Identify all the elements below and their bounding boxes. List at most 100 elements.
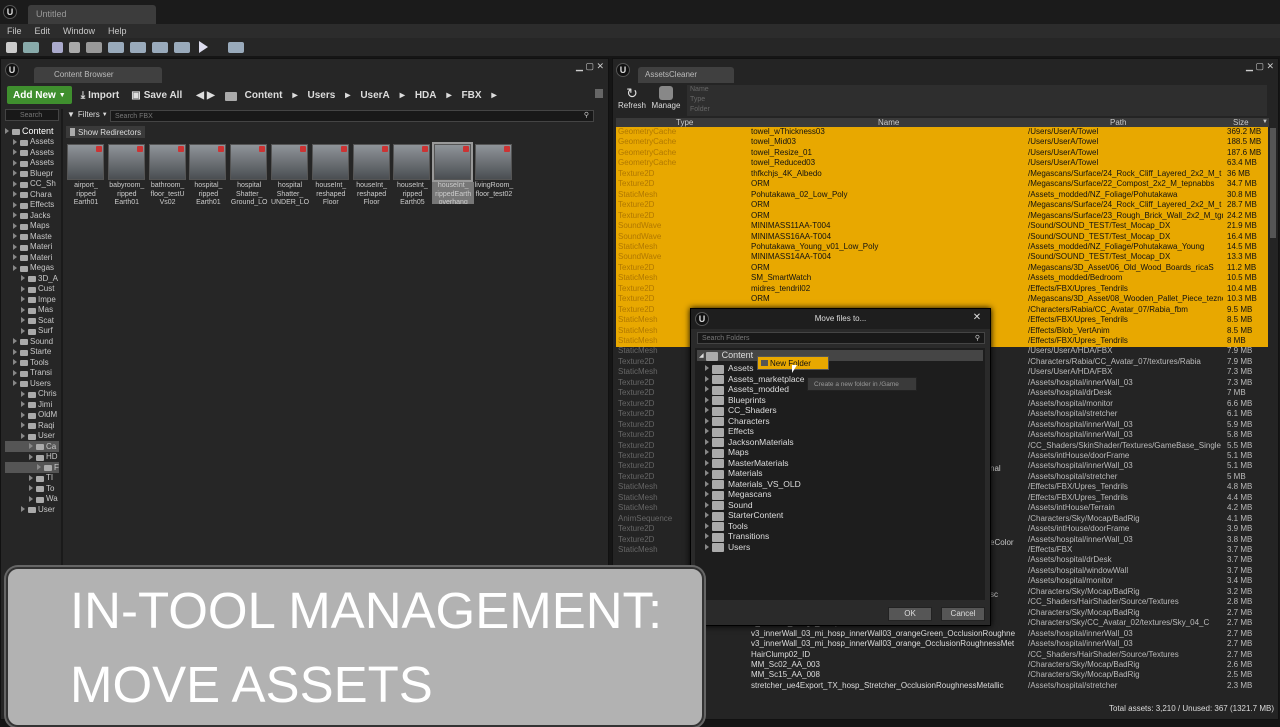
add-new-button[interactable]: Add New ▼ [7, 86, 72, 104]
expand-arrow-icon[interactable] [705, 459, 709, 466]
folder-item[interactable]: MasterMaterials [705, 458, 788, 468]
expand-arrow-icon[interactable] [13, 212, 17, 219]
expand-arrow-icon[interactable] [13, 338, 17, 345]
expand-arrow-icon[interactable] [13, 222, 17, 229]
path-usera[interactable]: UserA [360, 90, 389, 101]
folder-item[interactable]: Blueprints [705, 395, 766, 405]
folder-item[interactable]: Materials [705, 468, 762, 479]
col-name[interactable]: Name [878, 118, 899, 127]
tree-item[interactable]: Scat [5, 315, 59, 326]
folder-item[interactable]: CC_Shaders [705, 405, 777, 416]
content-icon[interactable] [52, 41, 63, 53]
tree-item[interactable]: Raqi [5, 420, 59, 431]
expand-arrow-icon[interactable] [13, 138, 17, 145]
asset-thumbnail[interactable] [352, 144, 390, 180]
expand-arrow-icon[interactable] [705, 470, 709, 476]
table-row[interactable]: GeometryCache towel_Reduced03/Users/UserA… [616, 158, 1268, 169]
tree-item[interactable]: F [5, 462, 59, 473]
type-filter[interactable]: Type [690, 95, 1267, 105]
folder-item[interactable]: Sound [705, 500, 753, 510]
tree-item[interactable]: Assets [5, 147, 59, 158]
expand-arrow-icon[interactable] [29, 495, 33, 502]
window-controls[interactable]: ▁ ▢ ✕ [1224, 61, 1274, 71]
tree-item[interactable]: Assets [5, 137, 59, 148]
expand-arrow-icon[interactable] [21, 401, 25, 408]
manage-button[interactable]: Manage [649, 85, 683, 115]
table-row[interactable]: stretcher_ue4Export_TX_hosp_Stretcher_Oc… [616, 681, 1268, 692]
scrollbar[interactable] [1270, 128, 1276, 238]
settings-icon[interactable] [86, 41, 102, 53]
tree-item[interactable]: User [5, 431, 59, 442]
expand-arrow-icon[interactable] [705, 512, 709, 518]
asset-thumbnail[interactable] [230, 144, 268, 180]
expand-arrow-icon[interactable] [13, 264, 17, 271]
tree-item[interactable]: Tools [5, 357, 59, 368]
asset-thumbnail[interactable] [271, 144, 308, 180]
expand-arrow-icon[interactable] [705, 438, 709, 445]
ok-button[interactable]: OK [888, 607, 932, 621]
tree-item[interactable]: Users [5, 378, 59, 389]
expand-arrow-icon[interactable] [705, 375, 709, 382]
expand-arrow-icon[interactable] [705, 428, 709, 434]
cancel-button[interactable]: Cancel [941, 607, 985, 621]
tree-item[interactable]: Effects [5, 200, 59, 211]
blueprints-icon[interactable] [108, 41, 124, 53]
folder-item[interactable]: Assets_modded [705, 384, 789, 395]
tree-item[interactable]: OldM [5, 410, 59, 421]
expand-arrow-icon[interactable] [21, 275, 25, 282]
table-row[interactable]: Texture2D ORM/Megascans/3D_Asset/08_Woode… [616, 294, 1268, 305]
asset-thumbnail[interactable] [107, 144, 145, 180]
tree-item[interactable]: HD [5, 452, 59, 463]
window-controls[interactable]: ▁ ▢ ✕ [554, 61, 604, 71]
expand-arrow-icon[interactable] [13, 191, 17, 198]
col-path[interactable]: Path [1110, 118, 1126, 127]
expand-arrow-icon[interactable] [705, 449, 709, 455]
expand-arrow-icon[interactable] [13, 149, 17, 156]
expand-arrow-icon[interactable] [37, 464, 41, 471]
lock-icon[interactable] [595, 89, 603, 98]
tree-item[interactable]: Sound [5, 336, 59, 347]
folder-item[interactable]: Characters [705, 416, 770, 426]
tree-item[interactable]: Megas [5, 263, 59, 274]
tree-item[interactable]: Starte [5, 347, 59, 358]
expand-arrow-icon[interactable] [705, 480, 709, 487]
tree-item[interactable]: Mas [5, 305, 59, 316]
table-row[interactable]: Texture2D thfkchjs_4K_Albedo/Megascans/Su… [616, 168, 1268, 180]
name-filter[interactable]: Name [690, 85, 1267, 95]
table-row[interactable]: SoundWave MINIMASS11AA-T004/Sound/SOUND_T… [616, 221, 1268, 232]
table-row[interactable]: Texture2D ORM/Megascans/Surface/24_Rock_C… [616, 200, 1268, 211]
menu-window[interactable]: Window [63, 26, 95, 36]
expand-arrow-icon[interactable] [705, 533, 709, 539]
show-redirectors-toggle[interactable]: Show Redirectors [66, 126, 146, 138]
expand-arrow-icon[interactable] [29, 443, 33, 450]
tree-item[interactable]: Wa [5, 494, 59, 505]
tree-search-input[interactable]: Search [5, 109, 59, 121]
play-icon[interactable] [199, 41, 208, 53]
filters-button[interactable]: ▼ Filters ▼ [67, 110, 108, 119]
menu-file[interactable]: File [7, 26, 22, 36]
expand-arrow-icon[interactable] [21, 296, 25, 303]
table-row[interactable]: Texture2D ORM/Megascans/3D_Asset/06_Old_W… [616, 262, 1268, 274]
folder-item[interactable]: Megascans [705, 489, 771, 500]
table-row[interactable]: GeometryCache towel_Mid03/Users/UserA/Tow… [616, 137, 1268, 148]
expand-arrow-icon[interactable] [21, 422, 25, 429]
asset-thumbnail[interactable] [475, 144, 512, 180]
tree-item[interactable]: Maste [5, 231, 59, 242]
tree-item[interactable]: Chara [5, 189, 59, 200]
tree-item[interactable]: To [5, 483, 59, 494]
table-row[interactable]: MM_Sc02_AA_003/Characters/Sky/Mocap/BadR… [616, 660, 1268, 671]
expand-arrow-icon[interactable] [13, 180, 17, 187]
expand-arrow-icon[interactable] [29, 474, 33, 481]
folder-item[interactable]: Assets_marketplace [705, 374, 805, 384]
folder-content[interactable]: ◢ Content [699, 350, 753, 361]
table-row[interactable]: v3_innerWall_03_mi_hosp_innerWall03_oran… [616, 639, 1268, 650]
tab-content-browser[interactable]: Content Browser [34, 67, 162, 83]
expand-arrow-icon[interactable] [21, 390, 25, 397]
table-row[interactable]: GeometryCache towel_Resize_01/Users/UserA… [616, 147, 1268, 159]
tree-item[interactable]: Transi [5, 368, 59, 379]
save-icon[interactable] [6, 41, 17, 53]
tree-item[interactable]: Impe [5, 294, 59, 305]
compile-icon[interactable] [174, 41, 190, 53]
expand-arrow-icon[interactable] [705, 491, 709, 497]
expand-arrow-icon[interactable] [13, 348, 17, 355]
